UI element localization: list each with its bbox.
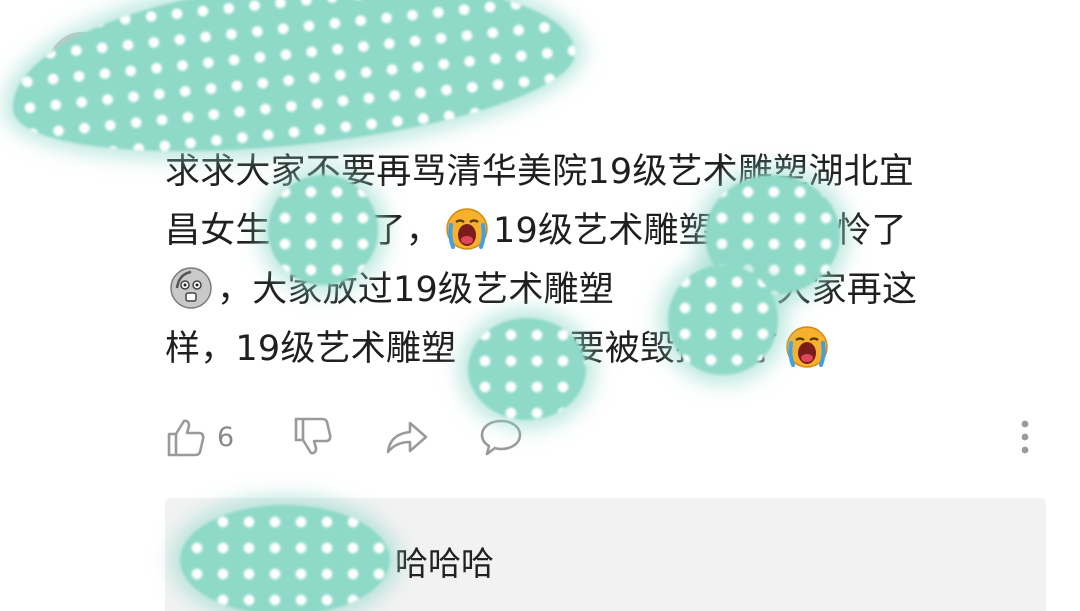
comment-actions: 6 [165, 414, 1045, 460]
comment-screen: 求求大家不要再骂清华美院19级艺术雕塑湖北宜 昌女生了， 19级艺术雕塑太可怜了 [0, 0, 1080, 611]
comment-text-segment: 19级艺术雕塑 [493, 211, 714, 251]
reply-text: 哈哈哈 [395, 544, 494, 583]
redaction-blob [668, 265, 778, 375]
like-count: 6 [217, 421, 235, 453]
comment-icon [480, 419, 522, 456]
comment-text-segment: 样，19级艺术雕塑 [165, 329, 457, 369]
comment-text-segment: 了， [370, 211, 442, 251]
thumbs-up-icon [167, 419, 205, 457]
share-button[interactable] [384, 414, 430, 460]
scared-face-emoji [170, 267, 212, 309]
more-options-button[interactable] [1015, 414, 1035, 460]
like-button[interactable]: 6 [165, 414, 234, 460]
more-vertical-icon [1021, 420, 1029, 454]
comment-line-4: 样，19级艺术雕塑 就要被毁掉了了 [165, 320, 1045, 379]
crying-face-emoji [786, 326, 828, 368]
comment-text-segment: ，大家放过19级艺术雕塑 [217, 270, 614, 310]
comment-text-segment: 昌女生 [165, 211, 271, 251]
share-icon [386, 421, 428, 454]
crying-face-emoji [446, 208, 488, 250]
dislike-button[interactable] [292, 414, 334, 460]
reply-button[interactable] [479, 414, 523, 460]
redaction-blob [180, 505, 390, 611]
thumbs-down-icon [294, 417, 332, 455]
redaction-blob [268, 175, 378, 285]
redaction-blob [468, 318, 586, 420]
